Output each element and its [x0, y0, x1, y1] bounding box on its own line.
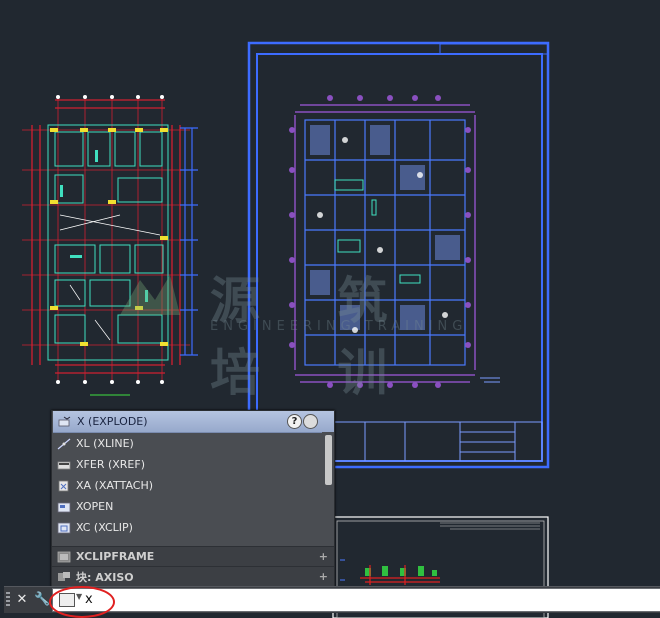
xline-icon — [57, 438, 71, 449]
drag-grip-handle[interactable] — [6, 592, 10, 608]
category-label: XCLIPFRAME — [76, 550, 155, 563]
customize-wrench-icon[interactable]: 🔧 — [34, 592, 50, 608]
expand-plus-icon[interactable]: + — [319, 550, 328, 563]
layout-sheet — [247, 41, 550, 469]
autocomplete-scroll-thumb[interactable] — [325, 435, 332, 485]
autocomplete-item-explode[interactable]: X (EXPLODE) ? — [53, 411, 334, 433]
autocomplete-item-label: XL (XLINE) — [76, 437, 134, 450]
close-command-line-button[interactable]: ✕ — [14, 592, 30, 608]
left-floor-plan — [22, 95, 198, 396]
block-icon — [58, 571, 70, 581]
xattach-icon — [58, 480, 69, 491]
variable-icon — [57, 551, 71, 562]
xopen-icon — [57, 502, 71, 512]
command-input-value: x — [85, 592, 93, 607]
command-line-bar: ✕ 🔧 ▼ x — [4, 586, 660, 613]
category-label: 块: AXISO — [76, 570, 134, 584]
command-input[interactable]: ▼ x — [52, 588, 660, 612]
autocomplete-item-label: XA (XATTACH) — [76, 479, 154, 492]
prompt-dropdown-icon[interactable]: ▼ — [76, 592, 82, 601]
xref-icon — [57, 461, 71, 469]
autocomplete-item-xopen[interactable]: XOPEN — [52, 496, 322, 517]
xclip-icon — [57, 522, 71, 533]
autocomplete-item-label: XFER (XREF) — [76, 458, 145, 471]
globe-icon[interactable] — [303, 414, 318, 429]
autocomplete-item-xattach[interactable]: XA (XATTACH) — [52, 475, 322, 496]
autocomplete-category-block[interactable]: 块: AXISO + — [52, 566, 334, 586]
autocomplete-category-xclipframe[interactable]: XCLIPFRAME + — [52, 546, 334, 566]
autocomplete-item-label: X (EXPLODE) — [77, 415, 148, 428]
help-icon[interactable]: ? — [287, 414, 302, 429]
command-prompt-icon[interactable] — [59, 593, 75, 607]
autocomplete-item-xref[interactable]: XFER (XREF) — [52, 454, 322, 475]
autocomplete-item-label: XOPEN — [76, 500, 114, 513]
autocomplete-item-label: XC (XCLIP) — [76, 521, 133, 534]
autocomplete-item-xclip[interactable]: XC (XCLIP) — [52, 517, 322, 538]
command-autocomplete-list[interactable]: X (EXPLODE) ? XL (XLINE) XFER (XREF) XA … — [51, 410, 335, 588]
explode-icon — [58, 416, 71, 426]
autocomplete-item-xline[interactable]: XL (XLINE) — [52, 433, 322, 454]
expand-plus-icon[interactable]: + — [319, 570, 328, 583]
